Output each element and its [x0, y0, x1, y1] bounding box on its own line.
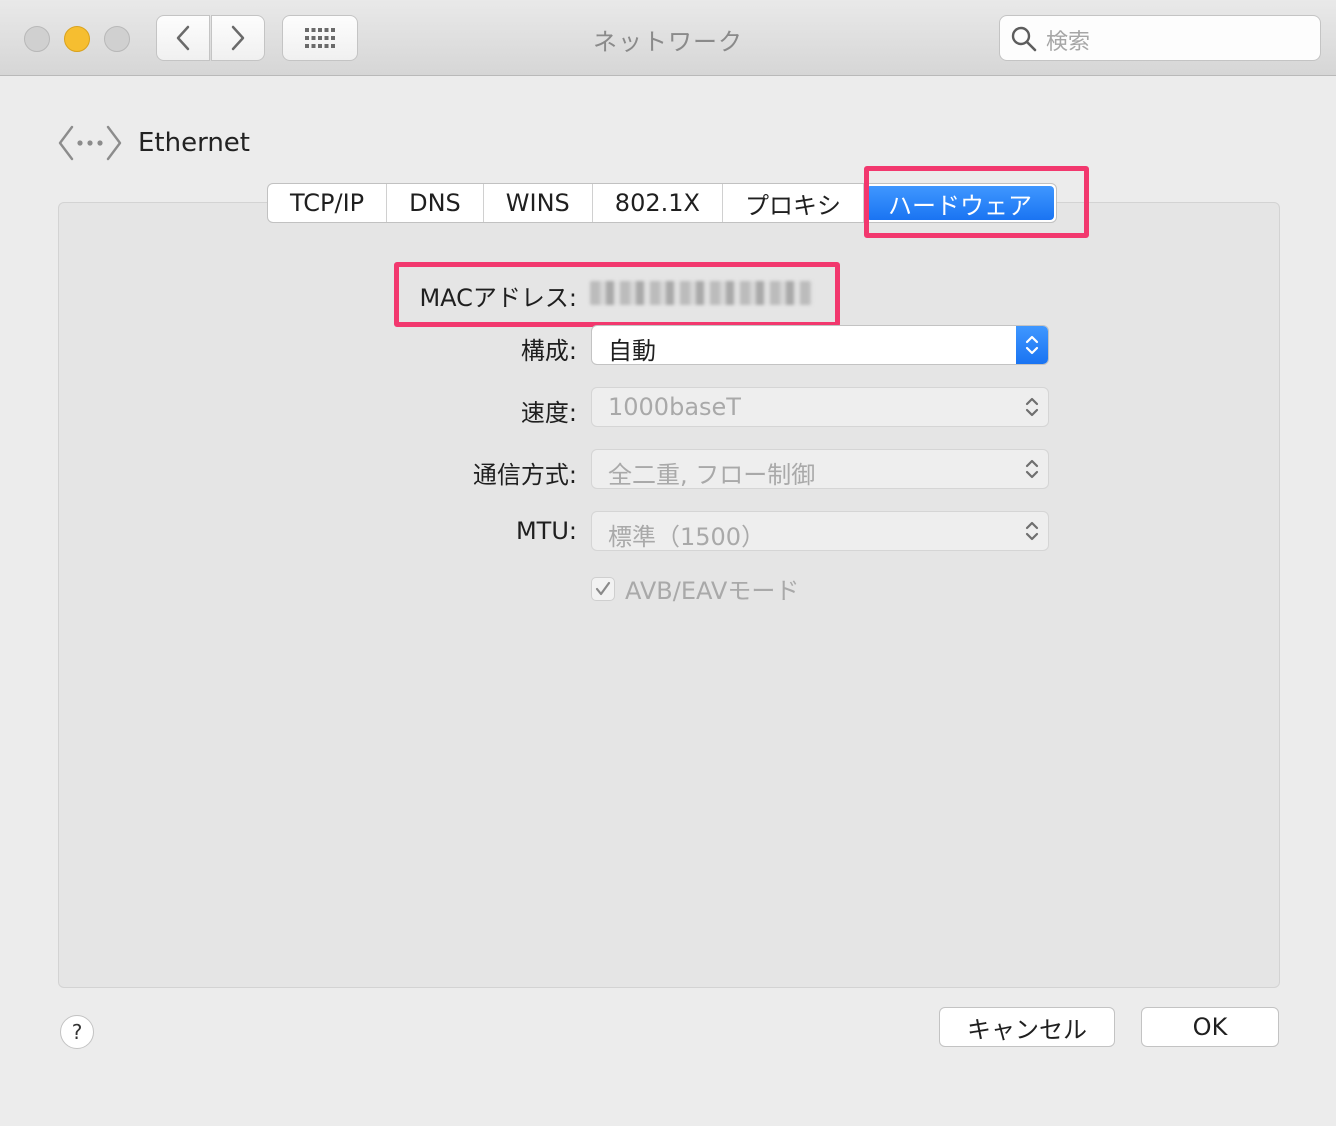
minimize-window-button[interactable] — [64, 26, 90, 52]
network-preferences-window: ネットワーク 検索 Ethernet TCP/IP DNS WINS 802.1… — [0, 0, 1336, 1126]
mtu-value: 標準（1500） — [608, 523, 766, 551]
updown-chevron-icon — [1016, 450, 1048, 488]
updown-chevron-icon — [1016, 512, 1048, 550]
zoom-window-button[interactable] — [104, 26, 130, 52]
highlight-box-mac-address — [394, 262, 840, 327]
service-name: Ethernet — [138, 128, 250, 158]
back-button[interactable] — [156, 15, 210, 61]
checkmark-icon — [595, 581, 611, 595]
updown-chevron-icon — [1016, 388, 1048, 426]
forward-button[interactable] — [211, 15, 265, 61]
title-bar: ネットワーク 検索 — [0, 0, 1336, 76]
tab-8021x[interactable]: 802.1X — [593, 184, 723, 222]
tab-tcpip[interactable]: TCP/IP — [268, 184, 388, 222]
service-header: Ethernet — [58, 121, 250, 165]
mtu-label: MTU: — [515, 517, 577, 545]
window-title: ネットワーク — [593, 28, 743, 56]
duplex-label: 通信方式: — [472, 461, 577, 489]
mtu-popup: 標準（1500） — [591, 511, 1049, 551]
search-placeholder: 検索 — [1046, 30, 1091, 55]
ok-button[interactable]: OK — [1141, 1007, 1279, 1047]
cancel-button[interactable]: キャンセル — [939, 1007, 1115, 1047]
tab-wins[interactable]: WINS — [484, 184, 593, 222]
updown-chevron-icon — [1016, 326, 1048, 364]
tab-dns[interactable]: DNS — [387, 184, 484, 222]
chevron-right-icon — [231, 25, 245, 51]
close-window-button[interactable] — [24, 26, 50, 52]
speed-popup: 1000baseT — [591, 387, 1049, 427]
configure-value: 自動 — [608, 337, 656, 365]
speed-label: 速度: — [520, 399, 577, 427]
tab-proxy[interactable]: プロキシ — [723, 184, 864, 222]
content-area: Ethernet TCP/IP DNS WINS 802.1X プロキシ ハード… — [18, 77, 1318, 1087]
configure-label: 構成: — [520, 337, 577, 365]
chevron-left-icon — [176, 25, 190, 51]
duplex-popup: 全二重, フロー制御 — [591, 449, 1049, 489]
search-icon — [1011, 26, 1037, 52]
duplex-value: 全二重, フロー制御 — [608, 461, 816, 489]
grid-icon — [305, 28, 335, 48]
help-button[interactable]: ? — [60, 1015, 94, 1049]
configure-popup[interactable]: 自動 — [591, 325, 1049, 365]
avb-eav-label: AVB/EAVモード — [625, 577, 800, 605]
ethernet-icon — [58, 125, 122, 161]
show-all-button[interactable] — [282, 15, 358, 61]
search-field[interactable]: 検索 — [999, 15, 1321, 61]
highlight-box-hardware-tab — [864, 166, 1089, 238]
avb-eav-checkbox — [591, 576, 615, 601]
avb-eav-mode-row: AVB/EAVモード — [591, 571, 799, 606]
speed-value: 1000baseT — [608, 393, 741, 421]
